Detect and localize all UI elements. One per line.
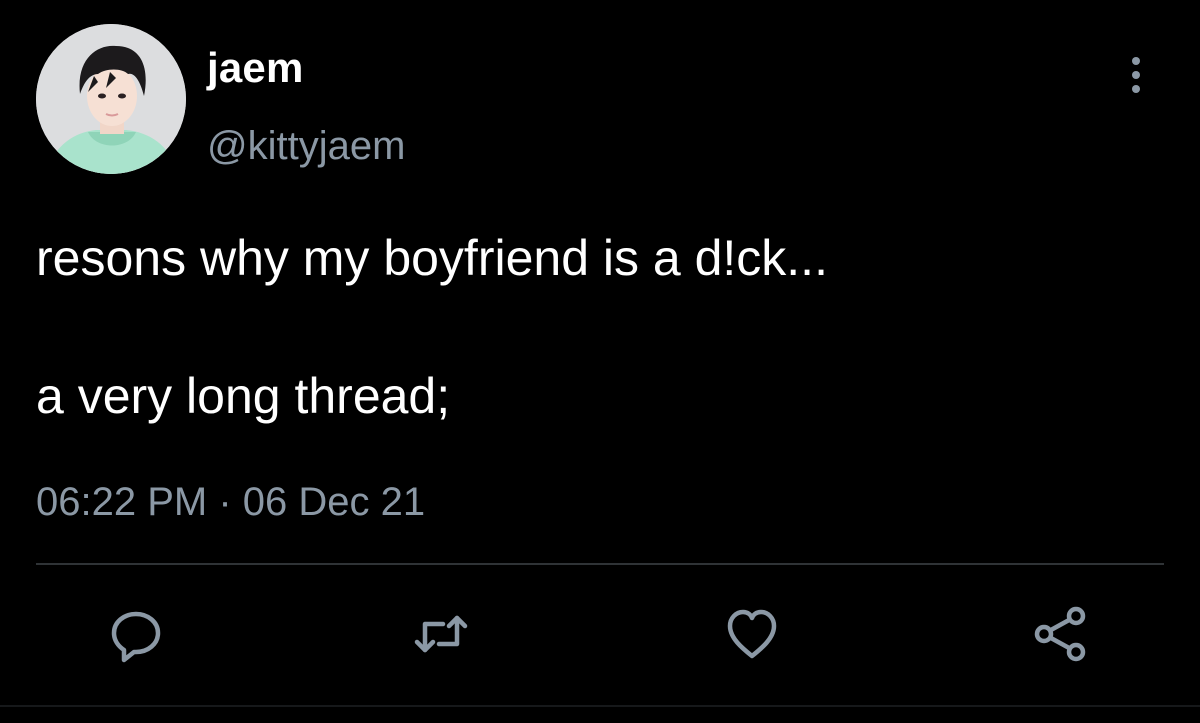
speech-bubble-icon: [111, 611, 161, 663]
share-nodes-icon: [1034, 606, 1086, 662]
share-button[interactable]: [1028, 602, 1092, 666]
retweet-button[interactable]: [409, 602, 473, 666]
profile-photo-icon: [36, 24, 186, 174]
tweet-text-line: resons why my boyfriend is a d!ck...: [36, 230, 828, 286]
tweet-text-line: a very long thread;: [36, 368, 451, 424]
heart-icon: [727, 609, 777, 659]
avatar[interactable]: [36, 24, 186, 174]
vertical-ellipsis-icon: [1132, 57, 1140, 93]
tweet-timestamp[interactable]: 06:22 PM · 06 Dec 21: [36, 474, 425, 530]
divider: [0, 705, 1200, 707]
author-handle[interactable]: @kittyjaem: [207, 118, 405, 174]
tweet-card: jaem @kittyjaem resons why my boyfriend …: [0, 0, 1200, 723]
more-options-button[interactable]: [1116, 50, 1156, 100]
reply-button[interactable]: [104, 602, 168, 666]
retweet-arrows-icon: [414, 615, 468, 653]
author-display-name[interactable]: jaem: [207, 40, 304, 96]
divider: [36, 563, 1164, 565]
like-button[interactable]: [720, 602, 784, 666]
